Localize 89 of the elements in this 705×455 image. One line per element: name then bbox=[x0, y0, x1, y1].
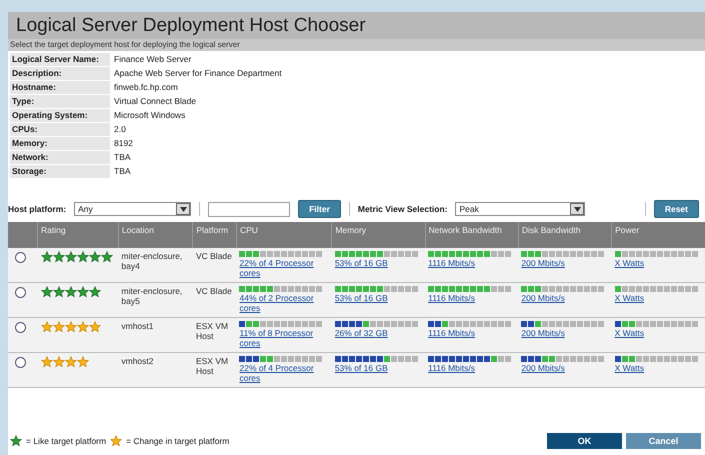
metric-link[interactable]: 22% of 4 Processor cores bbox=[239, 258, 329, 278]
metric-view-label: Metric View Selection: bbox=[358, 204, 448, 214]
star-icon bbox=[100, 251, 113, 263]
dropdown-arrow-icon bbox=[574, 206, 581, 212]
metric-link[interactable]: 26% of 32 GB bbox=[334, 328, 422, 338]
metric-link[interactable]: 53% of 16 GB bbox=[334, 363, 422, 373]
metric-link[interactable]: 200 Mbits/s bbox=[521, 328, 609, 338]
detail-label: CPUs: bbox=[10, 123, 110, 136]
ok-button[interactable]: OK bbox=[547, 433, 622, 449]
cancel-button[interactable]: Cancel bbox=[626, 433, 701, 449]
dropdown-arrow-icon bbox=[180, 206, 187, 212]
metric-link[interactable]: 1116 Mbits/s bbox=[428, 293, 516, 303]
detail-label: Memory: bbox=[10, 137, 110, 150]
star-icon bbox=[40, 356, 53, 368]
filter-button[interactable]: Filter bbox=[298, 200, 341, 218]
column-header: CPU bbox=[236, 222, 332, 248]
metric-link[interactable]: 1116 Mbits/s bbox=[428, 328, 516, 338]
star-icon bbox=[52, 321, 65, 333]
detail-value: 8192 bbox=[113, 137, 134, 150]
detail-label: Hostname: bbox=[10, 81, 110, 94]
star-icon bbox=[52, 356, 65, 368]
detail-value: TBA bbox=[113, 151, 132, 164]
metric-link[interactable]: X Watts bbox=[614, 328, 702, 338]
metric-link[interactable]: 53% of 16 GB bbox=[334, 258, 422, 268]
star-icon bbox=[40, 321, 53, 333]
metric-link[interactable]: 200 Mbits/s bbox=[521, 258, 609, 268]
host-platform-label: Host platform: bbox=[8, 204, 66, 214]
star-icon bbox=[40, 251, 53, 263]
column-header: Power bbox=[612, 222, 705, 248]
star-icon bbox=[88, 251, 101, 263]
detail-label: Logical Server Name: bbox=[10, 53, 110, 66]
detail-label: Type: bbox=[10, 95, 110, 108]
window-title: Logical Server Deployment Host Chooser bbox=[8, 12, 705, 39]
radio-button[interactable] bbox=[15, 357, 26, 368]
column-header: Memory bbox=[332, 222, 426, 248]
window-subtitle: Select the target deployment host for deploying the logical server bbox=[8, 39, 705, 51]
star-icon bbox=[88, 321, 101, 333]
legend-text: = Like target platform bbox=[26, 436, 106, 446]
star-icon bbox=[64, 356, 77, 368]
host-platform-dropdown[interactable]: Any bbox=[74, 202, 192, 216]
star-icon bbox=[52, 286, 65, 298]
column-header: Location bbox=[118, 222, 193, 248]
detail-value: 2.0 bbox=[113, 123, 127, 136]
metric-link[interactable]: 1116 Mbits/s bbox=[428, 258, 516, 268]
metric-link[interactable]: 44% of 2 Processor cores bbox=[239, 293, 329, 313]
detail-value: finweb.fc.hp.com bbox=[113, 81, 179, 94]
column-header: Platform bbox=[192, 222, 236, 248]
reset-button[interactable]: Reset bbox=[654, 200, 699, 218]
metric-link[interactable]: 11% of 8 Processor cores bbox=[239, 328, 329, 348]
detail-value: Apache Web Server for Finance Department bbox=[113, 67, 283, 80]
star-icon bbox=[76, 251, 89, 263]
star-icon bbox=[76, 356, 89, 368]
metric-link[interactable]: X Watts bbox=[614, 363, 702, 373]
detail-value: Microsoft Windows bbox=[113, 109, 186, 122]
metric-link[interactable]: 22% of 4 Processor cores bbox=[239, 363, 329, 383]
column-header: Rating bbox=[38, 222, 118, 248]
filter-field[interactable] bbox=[208, 202, 290, 216]
detail-label: Storage: bbox=[10, 165, 110, 178]
metric-link[interactable]: X Watts bbox=[614, 258, 702, 268]
legend-text: = Change in target platform bbox=[126, 436, 230, 446]
detail-value: Virtual Connect Blade bbox=[113, 95, 198, 108]
column-header: Network Bandwidth bbox=[425, 222, 518, 248]
detail-label: Network: bbox=[10, 151, 110, 164]
star-icon bbox=[52, 251, 65, 263]
metric-link[interactable]: 200 Mbits/s bbox=[521, 363, 609, 373]
metric-view-dropdown[interactable]: Peak bbox=[455, 202, 586, 216]
table-cell: ESX VM Host bbox=[192, 352, 236, 388]
detail-label: Description: bbox=[10, 67, 110, 80]
detail-value: TBA bbox=[113, 165, 132, 178]
radio-button[interactable] bbox=[15, 287, 26, 298]
star-icon bbox=[64, 251, 77, 263]
radio-button[interactable] bbox=[15, 252, 26, 263]
legend-star-icon bbox=[10, 435, 22, 447]
star-icon bbox=[64, 321, 77, 333]
radio-button[interactable] bbox=[15, 322, 26, 333]
star-icon bbox=[88, 286, 101, 298]
star-icon bbox=[64, 286, 77, 298]
metric-link[interactable]: X Watts bbox=[614, 293, 702, 303]
column-header: Disk Bandwidth bbox=[518, 222, 612, 248]
detail-value: Finance Web Server bbox=[113, 53, 192, 66]
table-cell: vmhost2 bbox=[118, 352, 193, 388]
star-icon bbox=[76, 286, 89, 298]
metric-link[interactable]: 53% of 16 GB bbox=[334, 293, 422, 303]
metric-link[interactable]: 1116 Mbits/s bbox=[428, 363, 516, 373]
metric-link[interactable]: 200 Mbits/s bbox=[521, 293, 609, 303]
star-icon bbox=[40, 286, 53, 298]
legend-star-icon bbox=[110, 435, 122, 447]
detail-label: Operating System: bbox=[10, 109, 110, 122]
star-icon bbox=[76, 321, 89, 333]
